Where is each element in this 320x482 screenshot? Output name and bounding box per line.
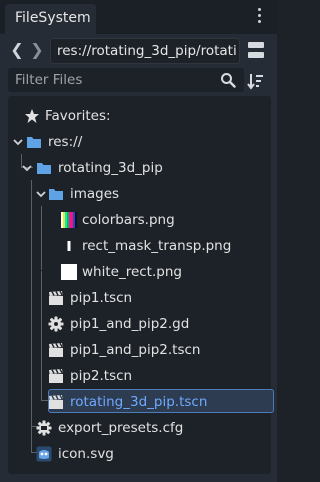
rect-mask-thumbnail-icon [67, 241, 71, 251]
tree-item-label: pip1_and_pip2.tscn [70, 342, 201, 358]
chevron-down-icon[interactable] [11, 135, 25, 149]
tree-item-label: images [70, 186, 120, 202]
path-field[interactable]: res://rotating_3d_pip/rotati [50, 38, 240, 64]
scene-clapperboard-icon [49, 290, 63, 305]
sort-icon[interactable] [247, 72, 265, 90]
folder-icon [49, 189, 63, 200]
tree-item-label: icon.svg [58, 446, 114, 462]
filesystem-dock: FileSystem ❮ ❯ res://rotating_3d_pip/rot… [0, 0, 277, 482]
search-icon[interactable] [220, 72, 236, 88]
tree-item-pip1-and-pip2-tscn[interactable]: pip1_and_pip2.tscn [8, 337, 271, 363]
tree-item-pip2-tscn[interactable]: pip2.tscn [8, 363, 271, 389]
gear-script-icon [48, 316, 64, 332]
tree-item-label: rotating_3d_pip.tscn [70, 394, 208, 410]
tab-filesystem[interactable]: FileSystem [5, 4, 96, 34]
tree-item-folder-images[interactable]: images [8, 181, 271, 207]
tree-item-label: rotating_3d_pip [58, 160, 163, 176]
star-icon [25, 109, 39, 123]
tree-item-pip1-and-pip2-gd[interactable]: pip1_and_pip2.gd [8, 311, 271, 337]
white-rect-thumbnail-icon [61, 264, 77, 280]
folder-icon [37, 163, 51, 174]
kebab-menu-icon[interactable] [250, 8, 270, 24]
godot-logo-icon [36, 446, 52, 462]
tree-item-label: pip2.tscn [70, 368, 133, 384]
split-mode-button[interactable] [248, 40, 266, 62]
tree-item-icon-svg[interactable]: icon.svg [8, 441, 271, 467]
folder-icon [27, 137, 41, 148]
tree-item-label: Favorites: [45, 108, 111, 124]
split-top-icon [248, 42, 264, 48]
tree-item-favorites[interactable]: Favorites: [8, 103, 271, 129]
tree-item-label: colorbars.png [82, 212, 175, 228]
tree-item-colorbars-png[interactable]: colorbars.png [8, 207, 271, 233]
tree-item-pip1-tscn[interactable]: pip1.tscn [8, 285, 271, 311]
back-button[interactable]: ❮ [8, 40, 26, 60]
colorbars-thumbnail-icon [61, 212, 77, 228]
scene-clapperboard-icon [49, 342, 63, 357]
tree-item-label: white_rect.png [82, 264, 182, 280]
tree-item-white-rect-png[interactable]: white_rect.png [8, 259, 271, 285]
tree-item-label: export_presets.cfg [58, 420, 184, 436]
tree-item-rect-mask-transp-png[interactable]: rect_mask_transp.png [8, 233, 271, 259]
forward-button[interactable]: ❯ [28, 40, 46, 60]
tree-item-label: rect_mask_transp.png [82, 238, 232, 254]
scene-clapperboard-icon [49, 394, 63, 409]
tree-item-label: pip1_and_pip2.gd [70, 316, 190, 332]
file-tree[interactable]: Favorites: res:// rotating_3d_pip images… [8, 96, 274, 474]
tree-item-res-root[interactable]: res:// [8, 129, 271, 155]
tree-item-export-presets-cfg[interactable]: export_presets.cfg [8, 415, 271, 441]
tree-item-folder-rotating-3d-pip[interactable]: rotating_3d_pip [8, 155, 271, 181]
scene-clapperboard-icon [49, 368, 63, 383]
tree-item-rotating-3d-pip-tscn[interactable]: rotating_3d_pip.tscn [8, 389, 274, 415]
chevron-left-icon: ❮ [10, 40, 24, 59]
tree-item-label: res:// [48, 134, 83, 150]
split-bottom-icon [248, 52, 264, 58]
dock-tab-bar: FileSystem [0, 0, 277, 34]
tree-item-label: pip1.tscn [70, 290, 133, 306]
chevron-down-icon[interactable] [34, 187, 48, 201]
filter-files-input[interactable]: Filter Files [8, 68, 244, 92]
chevron-down-icon[interactable] [20, 161, 34, 175]
gear-config-icon [36, 420, 52, 436]
chevron-right-icon: ❯ [30, 40, 44, 59]
